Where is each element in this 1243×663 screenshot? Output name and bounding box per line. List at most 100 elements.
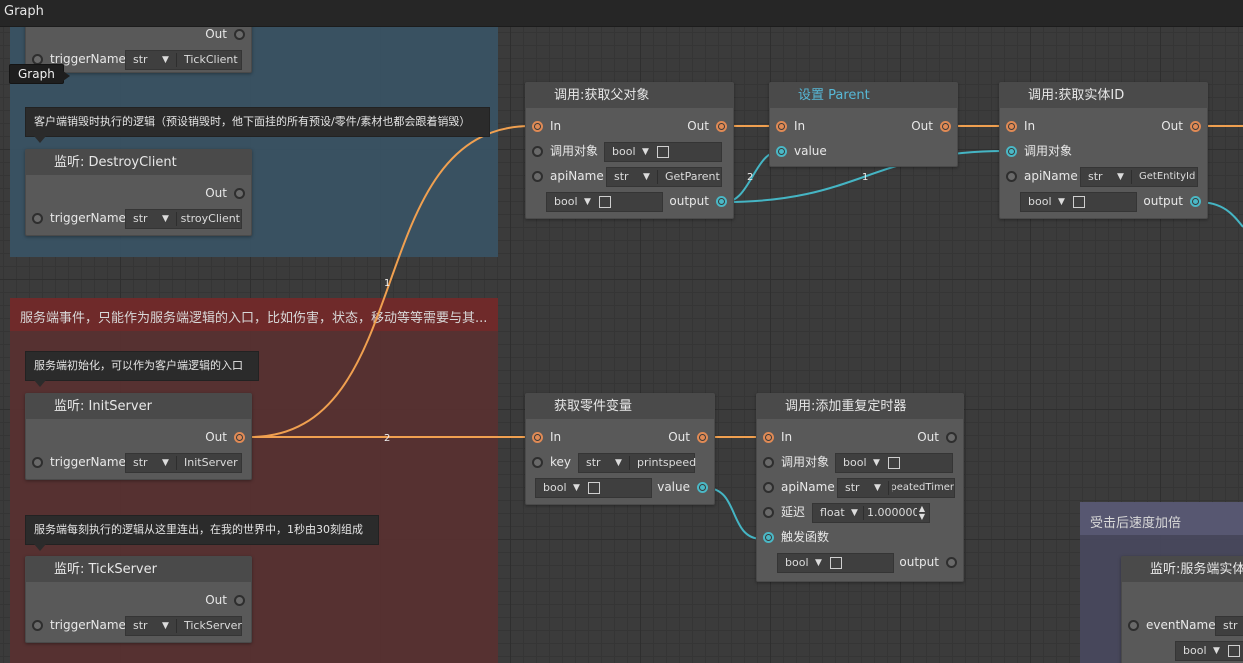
checkbox[interactable] — [657, 146, 669, 158]
comment-tick-server[interactable]: 服务端每刻执行的逻辑从这里连出，在我的世界中，1秒由30刻组成 — [25, 515, 379, 551]
exec-in-pin[interactable] — [776, 121, 787, 132]
exec-in-pin[interactable] — [763, 432, 774, 443]
node-set-parent[interactable]: 设置 Parent In Out value — [769, 82, 958, 167]
output-pin[interactable] — [1190, 196, 1201, 207]
chevron-down-icon[interactable]: ▼ — [1117, 168, 1124, 186]
api-name-pin[interactable] — [763, 482, 774, 493]
checkbox[interactable] — [830, 557, 842, 569]
call-target-field[interactable]: bool ▼ — [835, 453, 953, 473]
exec-out-pin[interactable] — [234, 29, 245, 40]
output-pin[interactable] — [946, 557, 957, 568]
chevron-down-icon[interactable]: ▼ — [162, 617, 169, 635]
chevron-down-icon[interactable]: ▼ — [874, 479, 881, 497]
chevron-down-icon[interactable]: ▼ — [1213, 642, 1220, 660]
chevron-down-icon[interactable]: ▼ — [615, 454, 622, 472]
chevron-down-icon[interactable]: ▼ — [873, 454, 880, 472]
key-field[interactable]: str ▼ printspeed — [578, 453, 696, 473]
spinner-arrows-icon[interactable]: ▲ ▼ — [919, 505, 925, 521]
trigger-name-field[interactable]: str ▼ TickServer — [125, 616, 242, 636]
api-name-value: RepeatedTimer — [892, 482, 954, 493]
exec-out-pin[interactable] — [716, 121, 727, 132]
event-name-pin[interactable] — [1128, 620, 1139, 631]
exec-out-pin[interactable] — [1190, 121, 1201, 132]
delay-pin[interactable] — [763, 507, 774, 518]
trigger-name-field[interactable]: str ▼ DestroyClient — [125, 209, 242, 229]
trigger-name-pin[interactable] — [32, 620, 43, 631]
out-label: Out — [1161, 119, 1183, 133]
in-label: In — [550, 119, 562, 133]
trigger-func-pin[interactable] — [763, 532, 774, 543]
node-get-entity-id[interactable]: 调用:获取实体ID In Out 调用对象 apiName str ▼ GetE… — [999, 82, 1208, 219]
type-label: str — [845, 481, 860, 494]
exec-in-pin[interactable] — [1006, 121, 1017, 132]
api-name-field[interactable]: str ▼ GetParent — [606, 167, 722, 187]
output-type-field[interactable]: bool ▼ — [546, 192, 663, 212]
node-tick-server[interactable]: 监听: TickServer Out triggerName str ▼ Tic… — [25, 556, 252, 643]
chevron-down-icon[interactable]: ▼ — [1058, 193, 1065, 211]
api-name-pin[interactable] — [1006, 171, 1017, 182]
checkbox[interactable] — [888, 457, 900, 469]
node-title: 监听: InitServer — [26, 394, 251, 419]
api-name-field[interactable]: str ▼ GetEntityId — [1080, 167, 1198, 187]
node-get-parent[interactable]: 调用:获取父对象 In Out 调用对象 bool ▼ apiName str … — [525, 82, 734, 219]
node-get-part-var[interactable]: 获取零件变量 In Out key str ▼ printspeed bool … — [525, 393, 715, 505]
exec-out-pin[interactable] — [697, 432, 708, 443]
exec-in-pin[interactable] — [532, 432, 543, 443]
delay-field[interactable]: float ▼ 1.0000000 ▲▼ — [812, 503, 930, 523]
output-type-field[interactable]: bool ▼ — [1020, 192, 1137, 212]
checkbox[interactable] — [588, 482, 600, 494]
node-add-repeated-timer[interactable]: 调用:添加重复定时器 In Out 调用对象 bool ▼ apiName st… — [756, 393, 964, 582]
node-listen-server-entity[interactable]: 监听:服务端实体 eventName str bool ▼ — [1121, 556, 1243, 663]
exec-out-pin[interactable] — [234, 432, 245, 443]
api-name-pin[interactable] — [532, 171, 543, 182]
comment-destroy-client[interactable]: 客户端销毁时执行的逻辑（预设销毁时，他下面挂的所有预设/零件/素材也都会跟着销毁… — [25, 107, 490, 143]
chevron-down-icon[interactable]: ▼ — [162, 210, 169, 228]
chevron-down-icon[interactable]: ▼ — [815, 554, 822, 572]
trigger-name-value: DestroyClient — [180, 212, 240, 225]
chevron-down-icon[interactable]: ▼ — [584, 193, 591, 211]
value-pin[interactable] — [697, 482, 708, 493]
out-label: Out — [668, 430, 690, 444]
window-title: Graph — [4, 4, 44, 19]
chevron-down-icon[interactable]: ▼ — [851, 504, 858, 522]
checkbox[interactable] — [1228, 645, 1240, 657]
chevron-down-icon[interactable]: ▼ — [573, 479, 580, 497]
exec-out-pin[interactable] — [946, 432, 957, 443]
chevron-down-icon[interactable]: ▼ — [642, 143, 649, 161]
event-type-field[interactable]: bool ▼ — [1175, 641, 1243, 661]
call-target-pin[interactable] — [763, 457, 774, 468]
checkbox[interactable] — [1073, 196, 1085, 208]
checkbox[interactable] — [599, 196, 611, 208]
event-name-field[interactable]: str — [1215, 616, 1243, 636]
call-target-pin[interactable] — [1006, 146, 1017, 157]
trigger-name-pin[interactable] — [32, 213, 43, 224]
key-pin[interactable] — [532, 457, 543, 468]
chevron-down-icon[interactable]: ▼ — [643, 168, 650, 186]
chevron-down-icon[interactable]: ▼ — [162, 51, 169, 69]
chevron-down-icon[interactable]: ▼ — [162, 454, 169, 472]
trigger-name-field[interactable]: str ▼ InitServer — [125, 453, 242, 473]
trigger-name-pin[interactable] — [32, 457, 43, 468]
edge-label-2: 2 — [384, 433, 390, 444]
edge-label-4: 1 — [862, 172, 868, 183]
call-target-pin[interactable] — [532, 146, 543, 157]
exec-in-pin[interactable] — [532, 121, 543, 132]
graph-canvas[interactable]: 服务端事件，只能作为服务端逻辑的入口，比如伤害，状态，移动等等需要与其... 受… — [0, 27, 1243, 663]
node-destroy-client[interactable]: 监听: DestroyClient Out triggerName str ▼ … — [25, 149, 252, 236]
exec-out-pin[interactable] — [234, 188, 245, 199]
type-label: float — [820, 506, 845, 519]
exec-out-pin[interactable] — [940, 121, 951, 132]
output-type-field[interactable]: bool ▼ — [777, 553, 894, 573]
edge-label-3: 2 — [747, 172, 753, 183]
node-init-server[interactable]: 监听: InitServer Out triggerName str ▼ Ini… — [25, 393, 252, 480]
call-target-field[interactable]: bool ▼ — [604, 142, 722, 162]
event-name-label: eventName — [1146, 618, 1216, 632]
output-pin[interactable] — [716, 196, 727, 207]
out-label: Out — [205, 430, 227, 444]
value-pin[interactable] — [776, 146, 787, 157]
exec-out-pin[interactable] — [234, 595, 245, 606]
value-type-field[interactable]: bool ▼ — [535, 478, 652, 498]
trigger-name-field[interactable]: str ▼ TickClient — [125, 50, 242, 70]
api-name-field[interactable]: str ▼ RepeatedTimer — [837, 478, 955, 498]
comment-init-server[interactable]: 服务端初始化，可以作为客户端逻辑的入口 — [25, 351, 259, 387]
